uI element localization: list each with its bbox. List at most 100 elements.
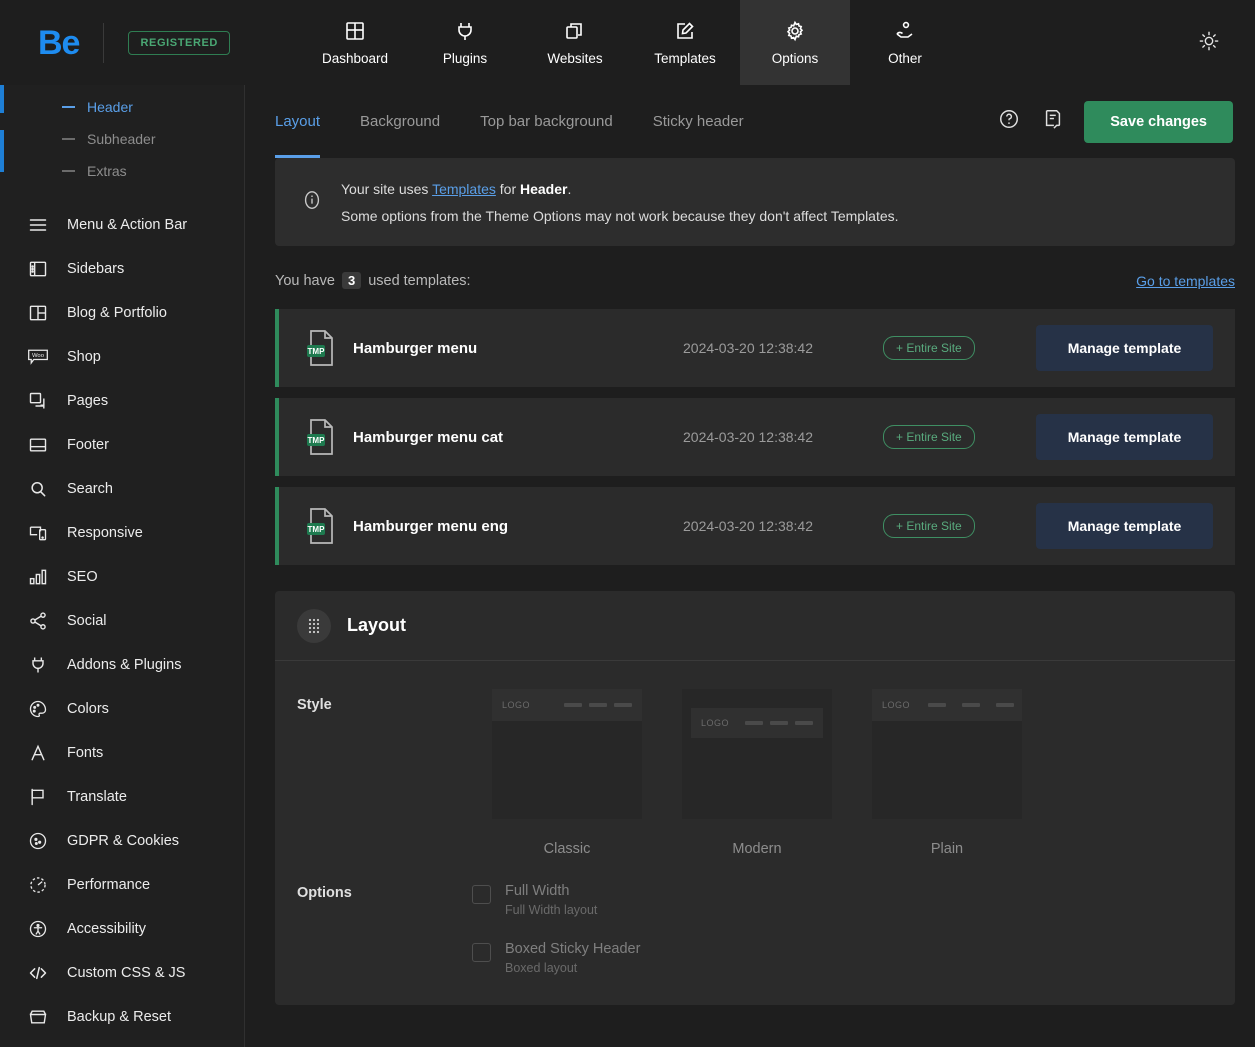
template-name: Hamburger menu cat: [353, 428, 504, 446]
templates-link[interactable]: Templates: [432, 181, 496, 197]
sidebar-item-addons-plugins[interactable]: Addons & Plugins: [0, 643, 244, 687]
main-content: Layout Background Top bar background Sti…: [245, 85, 1255, 1047]
topnav-label: Other: [888, 51, 922, 66]
sidebar-item-translate[interactable]: Translate: [0, 775, 244, 819]
scrollbar-thumb-top[interactable]: [0, 85, 4, 113]
tab-layout[interactable]: Layout: [275, 85, 321, 158]
sidebar-item-blog-portfolio[interactable]: Blog & Portfolio: [0, 291, 244, 335]
dash-icon: [62, 106, 75, 108]
topnav-item-options[interactable]: Options: [739, 0, 850, 85]
be-logo[interactable]: Be: [38, 26, 80, 60]
sidebar-subitem-subheader[interactable]: Subheader: [0, 123, 244, 155]
sidebar-item-custom-css-js[interactable]: Custom CSS & JS: [0, 951, 244, 995]
notice-line-2: Some options from the Theme Options may …: [341, 207, 899, 224]
sidebar-item-social[interactable]: Social: [0, 599, 244, 643]
go-to-templates-link[interactable]: Go to templates: [1136, 273, 1235, 289]
sidebar-item-label: Menu & Action Bar: [67, 217, 188, 233]
share-icon: [27, 610, 49, 632]
used-pre-label: You have: [275, 272, 335, 289]
notes-button[interactable]: [1040, 109, 1066, 135]
topnav-item-templates[interactable]: Templates: [630, 0, 740, 85]
registered-badge: REGISTERED: [128, 30, 230, 55]
sidebar-item-menu-action-bar[interactable]: Menu & Action Bar: [0, 203, 244, 247]
sidebar-scrollbar[interactable]: [0, 85, 4, 1047]
style-option-plain[interactable]: LOGO Plain: [852, 689, 1042, 857]
sidebar-item-pages[interactable]: Pages: [0, 379, 244, 423]
topnav-label: Options: [771, 51, 819, 66]
sidebar-item-label: Social: [67, 613, 107, 629]
template-date: 2024-03-20 12:38:42: [683, 429, 813, 445]
style-option-classic[interactable]: LOGO Classic: [472, 689, 662, 857]
dash-icon: [62, 138, 75, 140]
sidebar-item-colors[interactable]: Colors: [0, 687, 244, 731]
topnav-item-websites[interactable]: Websites: [520, 0, 630, 85]
topnav-label: Dashboard: [321, 51, 388, 66]
tab-label: Top bar background: [480, 113, 613, 130]
template-date: 2024-03-20 12:38:42: [683, 518, 813, 534]
sidebar-item-backup-reset[interactable]: Backup & Reset: [0, 995, 244, 1039]
top-navigation: Dashboard Plugins Websites Templates Opt…: [300, 0, 960, 85]
topnav-item-dashboard[interactable]: Dashboard: [300, 0, 410, 85]
sidebar-item-search[interactable]: Search: [0, 467, 244, 511]
content-area: Your site uses Templates for Header. Som…: [245, 158, 1255, 1005]
checkbox-full-width[interactable]: [472, 885, 491, 904]
theme-toggle-button[interactable]: [1193, 27, 1225, 59]
sidebar-item-responsive[interactable]: Responsive: [0, 511, 244, 555]
option-full-width[interactable]: Full Width Full Width layout: [472, 883, 640, 917]
layout-panel: Layout Style LOGO Classic LOGO Modern LO…: [275, 591, 1235, 1005]
sun-icon: [1198, 30, 1220, 57]
manage-template-button[interactable]: Manage template: [1036, 414, 1213, 460]
dash-icon: [62, 170, 75, 172]
sidebar-item-label: Blog & Portfolio: [67, 305, 167, 321]
sidebar-item-shop[interactable]: Woo Shop: [0, 335, 244, 379]
sidebar-item-label: Footer: [67, 437, 109, 453]
sidebar-item-footer[interactable]: Footer: [0, 423, 244, 467]
notice-line-1: Your site uses Templates for Header.: [341, 181, 899, 197]
template-row: TMP Hamburger menu 2024-03-20 12:38:42 +…: [275, 309, 1235, 387]
manage-template-button[interactable]: Manage template: [1036, 503, 1213, 549]
plug-icon: [27, 654, 49, 676]
checkbox-boxed-sticky-header[interactable]: [472, 943, 491, 962]
sidebar-item-label: Shop: [67, 349, 101, 365]
sidebar-main-items: Menu & Action Bar Sidebars Blog & Portfo…: [0, 203, 244, 1039]
sidebar-item-sidebars[interactable]: Sidebars: [0, 247, 244, 291]
sidebar-item-performance[interactable]: Performance: [0, 863, 244, 907]
sidebar-item-accessibility[interactable]: Accessibility: [0, 907, 244, 951]
responsive-icon: [27, 522, 49, 544]
used-post-label: used templates:: [368, 272, 471, 289]
notice-line1-post: .: [567, 180, 572, 197]
options-field-label: Options: [297, 885, 352, 901]
sidebar-item-fonts[interactable]: Fonts: [0, 731, 244, 775]
sidebar-icon: [27, 258, 49, 280]
scrollbar-thumb[interactable]: [0, 130, 4, 172]
sidebar-item-gdpr-cookies[interactable]: GDPR & Cookies: [0, 819, 244, 863]
topnav-item-plugins[interactable]: Plugins: [410, 0, 520, 85]
sidebar-subitem-label: Subheader: [87, 131, 156, 147]
sidebar-item-label: Fonts: [67, 745, 104, 761]
topnav-item-other[interactable]: Other: [850, 0, 960, 85]
sidebar-subitem-header[interactable]: Header: [0, 91, 244, 123]
tab-sticky-header[interactable]: Sticky header: [653, 85, 744, 158]
svg-text:TMP: TMP: [308, 347, 326, 356]
tab-top-bar-background[interactable]: Top bar background: [480, 85, 613, 158]
option-text: Boxed Sticky Header Boxed layout: [505, 941, 640, 975]
manage-template-button[interactable]: Manage template: [1036, 325, 1213, 371]
drag-grid-icon[interactable]: [297, 608, 331, 643]
sidebar-subitem-label: Extras: [87, 163, 127, 179]
save-changes-button[interactable]: Save changes: [1084, 100, 1233, 143]
sidebar-item-label: Addons & Plugins: [67, 657, 182, 673]
help-button[interactable]: [996, 109, 1022, 135]
sidebar-subitem-extras[interactable]: Extras: [0, 155, 244, 187]
sidebar-subitem-label: Header: [87, 99, 133, 115]
tab-background[interactable]: Background: [360, 85, 440, 158]
used-templates-text: You have 3 used templates:: [275, 272, 471, 289]
hand-user-icon: [893, 19, 917, 43]
info-icon: [301, 189, 323, 216]
sidebar-item-seo[interactable]: SEO: [0, 555, 244, 599]
style-option-modern[interactable]: LOGO Modern: [662, 689, 852, 857]
option-boxed-sticky-header[interactable]: Boxed Sticky Header Boxed layout: [472, 941, 640, 975]
bar-chart-icon: [27, 566, 49, 588]
tab-label: Sticky header: [652, 113, 744, 130]
sidebar-item-label: Performance: [67, 877, 151, 893]
template-row: TMP Hamburger menu cat 2024-03-20 12:38:…: [275, 398, 1235, 476]
